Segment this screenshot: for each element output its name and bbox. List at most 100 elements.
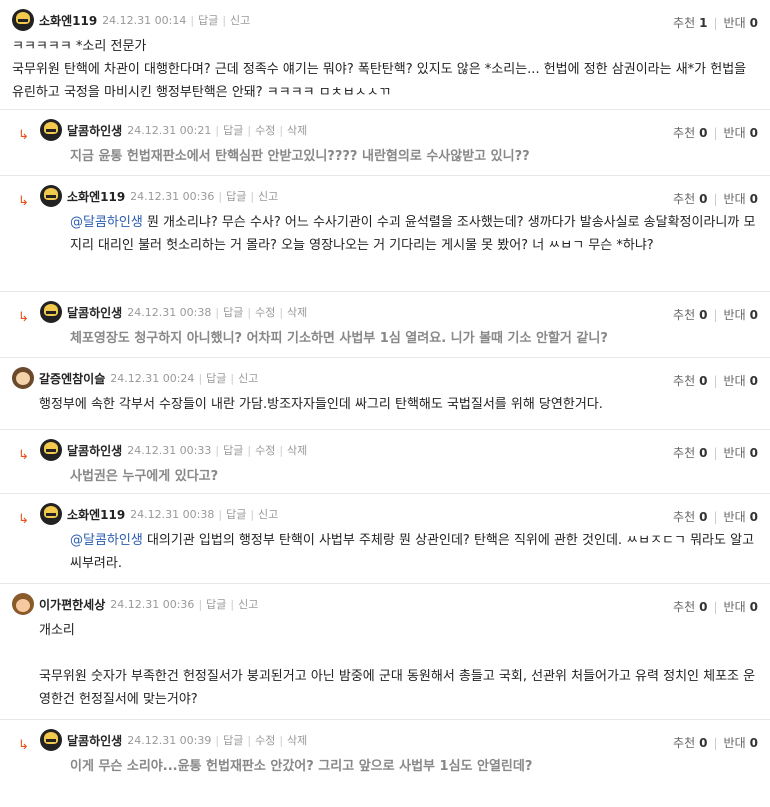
vote-box: 추천 0 | 반대 0	[673, 736, 758, 750]
reply-link[interactable]: 답글	[223, 442, 243, 458]
upvote-count: 0	[699, 600, 708, 614]
avatar[interactable]	[40, 503, 62, 525]
upvote-count: 0	[699, 374, 708, 388]
downvote-button[interactable]: 반대 0	[724, 192, 758, 206]
comment-author[interactable]: 이가편한세상	[39, 596, 105, 613]
edit-link[interactable]: 수정	[255, 442, 275, 458]
upvote-button[interactable]: 추천 0	[673, 308, 707, 322]
upvote-count: 1	[699, 16, 708, 30]
reply-comment: ↳ 달콤하인생 24.12.31 00:21 | 답글 | 수정 | 삭제 추천…	[0, 110, 770, 176]
comment-time: 24.12.31 00:38	[127, 305, 212, 319]
vote-box: 추천 0 | 반대 0	[673, 510, 758, 524]
downvote-button[interactable]: 반대 0	[724, 16, 758, 30]
downvote-count: 0	[749, 600, 758, 614]
downvote-button[interactable]: 반대 0	[724, 308, 758, 322]
upvote-button[interactable]: 추천 1	[673, 16, 707, 30]
comment-author[interactable]: 소화엔119	[67, 188, 125, 205]
avatar[interactable]	[12, 367, 34, 389]
avatar[interactable]	[40, 185, 62, 207]
reply-link[interactable]: 답글	[226, 506, 246, 522]
delete-link[interactable]: 삭제	[287, 122, 307, 138]
avatar[interactable]	[40, 439, 62, 461]
comment-time: 24.12.31 00:39	[127, 733, 212, 747]
downvote-count: 0	[749, 510, 758, 524]
downvote-button[interactable]: 반대 0	[724, 736, 758, 750]
vote-box: 추천 1 | 반대 0	[673, 16, 758, 30]
comment-text: @달콤하인생 대의기관 입법의 행정부 탄핵이 사법부 주체랑 뭔 상관인데? …	[70, 533, 755, 571]
delete-link[interactable]: 삭제	[287, 442, 307, 458]
upvote-button[interactable]: 추천 0	[673, 374, 707, 388]
report-link[interactable]: 신고	[258, 188, 278, 204]
comment-text: 행정부에 속한 각부서 수장들이 내란 가담.방조자자들인데 싸그리 탄핵해도 …	[39, 397, 603, 412]
comment-time: 24.12.31 00:24	[110, 371, 195, 385]
comment-author[interactable]: 소화엔119	[67, 506, 125, 523]
downvote-count: 0	[749, 192, 758, 206]
delete-link[interactable]: 삭제	[287, 304, 307, 320]
upvote-button[interactable]: 추천 0	[673, 126, 707, 140]
avatar[interactable]	[12, 593, 34, 615]
mention-link[interactable]: @달콤하인생	[70, 533, 143, 548]
upvote-button[interactable]: 추천 0	[673, 736, 707, 750]
avatar[interactable]	[40, 729, 62, 751]
comment: 이가편한세상 24.12.31 00:36 | 답글 | 신고 추천 0 | 반대 0 …	[0, 584, 770, 720]
avatar[interactable]	[12, 9, 34, 31]
comment-time: 24.12.31 00:36	[130, 189, 215, 203]
downvote-button[interactable]: 반대 0	[724, 446, 758, 460]
edit-link[interactable]: 수정	[255, 122, 275, 138]
comment-text: 이게 무슨 소리야...윤통 헌법재판소 안갔어? 그리고 앞으로 사법부 1심…	[70, 759, 533, 774]
reply-arrow-icon: ↳	[18, 448, 29, 463]
comment-author[interactable]: 갈증엔참이슬	[39, 370, 105, 387]
delete-link[interactable]: 삭제	[287, 732, 307, 748]
comment-author[interactable]: 달콤하인생	[67, 442, 122, 459]
downvote-button[interactable]: 반대 0	[724, 510, 758, 524]
comment-text: ㅋㅋㅋㅋㅋ *소리 전문가 국무위원 탄핵에 차관이 대행한다며? 근데 정족수…	[12, 39, 747, 100]
upvote-count: 0	[699, 126, 708, 140]
upvote-count: 0	[699, 308, 708, 322]
reply-comment: ↳ 달콤하인생 24.12.31 00:39 | 답글 | 수정 | 삭제 추천…	[0, 720, 770, 777]
comment-time: 24.12.31 00:36	[110, 597, 195, 611]
downvote-button[interactable]: 반대 0	[724, 600, 758, 614]
reply-link[interactable]: 답글	[198, 12, 218, 28]
upvote-count: 0	[699, 736, 708, 750]
upvote-button[interactable]: 추천 0	[673, 192, 707, 206]
downvote-button[interactable]: 반대 0	[724, 126, 758, 140]
comment-author[interactable]: 달콤하인생	[67, 304, 122, 321]
avatar[interactable]	[40, 301, 62, 323]
reply-link[interactable]: 답글	[223, 122, 243, 138]
mention-link[interactable]: @달콤하인생	[70, 215, 143, 230]
comment-author[interactable]: 달콤하인생	[67, 732, 122, 749]
downvote-count: 0	[749, 736, 758, 750]
upvote-button[interactable]: 추천 0	[673, 600, 707, 614]
comment-text: 개소리 국무위원 숫자가 부족한건 헌정질서가 붕괴된거고 아닌 밤중에 군대 …	[39, 623, 756, 707]
edit-link[interactable]: 수정	[255, 304, 275, 320]
reply-link[interactable]: 답글	[223, 732, 243, 748]
reply-arrow-icon: ↳	[18, 194, 29, 209]
reply-link[interactable]: 답글	[223, 304, 243, 320]
reply-arrow-icon: ↳	[18, 128, 29, 143]
comment-author[interactable]: 달콤하인생	[67, 122, 122, 139]
reply-arrow-icon: ↳	[18, 738, 29, 753]
upvote-button[interactable]: 추천 0	[673, 510, 707, 524]
comment-text: @달콤하인생 뭔 개소리냐? 무슨 수사? 어느 수사기관이 수괴 윤석렬을 조…	[70, 215, 756, 253]
upvote-count: 0	[699, 510, 708, 524]
comment: 소화엔119 24.12.31 00:14 | 답글 | 신고 추천 1 | 반대 0 …	[0, 0, 770, 110]
comment-time: 24.12.31 00:38	[130, 507, 215, 521]
downvote-count: 0	[749, 308, 758, 322]
reply-link[interactable]: 답글	[226, 188, 246, 204]
comment-text: 사법권은 누구에게 있다고?	[70, 469, 219, 484]
reply-comment: ↳ 소화엔119 24.12.31 00:36 | 답글 | 신고 추천 0 | 반대…	[0, 176, 770, 292]
report-link[interactable]: 신고	[238, 370, 258, 386]
report-link[interactable]: 신고	[238, 596, 258, 612]
report-link[interactable]: 신고	[258, 506, 278, 522]
reply-comment: ↳ 달콤하인생 24.12.31 00:38 | 답글 | 수정 | 삭제 추천…	[0, 292, 770, 358]
reply-link[interactable]: 답글	[206, 596, 226, 612]
upvote-button[interactable]: 추천 0	[673, 446, 707, 460]
comment-time: 24.12.31 00:14	[102, 13, 187, 27]
reply-link[interactable]: 답글	[206, 370, 226, 386]
vote-box: 추천 0 | 반대 0	[673, 374, 758, 388]
avatar[interactable]	[40, 119, 62, 141]
report-link[interactable]: 신고	[230, 12, 250, 28]
comment-author[interactable]: 소화엔119	[39, 12, 97, 29]
downvote-button[interactable]: 반대 0	[724, 374, 758, 388]
edit-link[interactable]: 수정	[255, 732, 275, 748]
